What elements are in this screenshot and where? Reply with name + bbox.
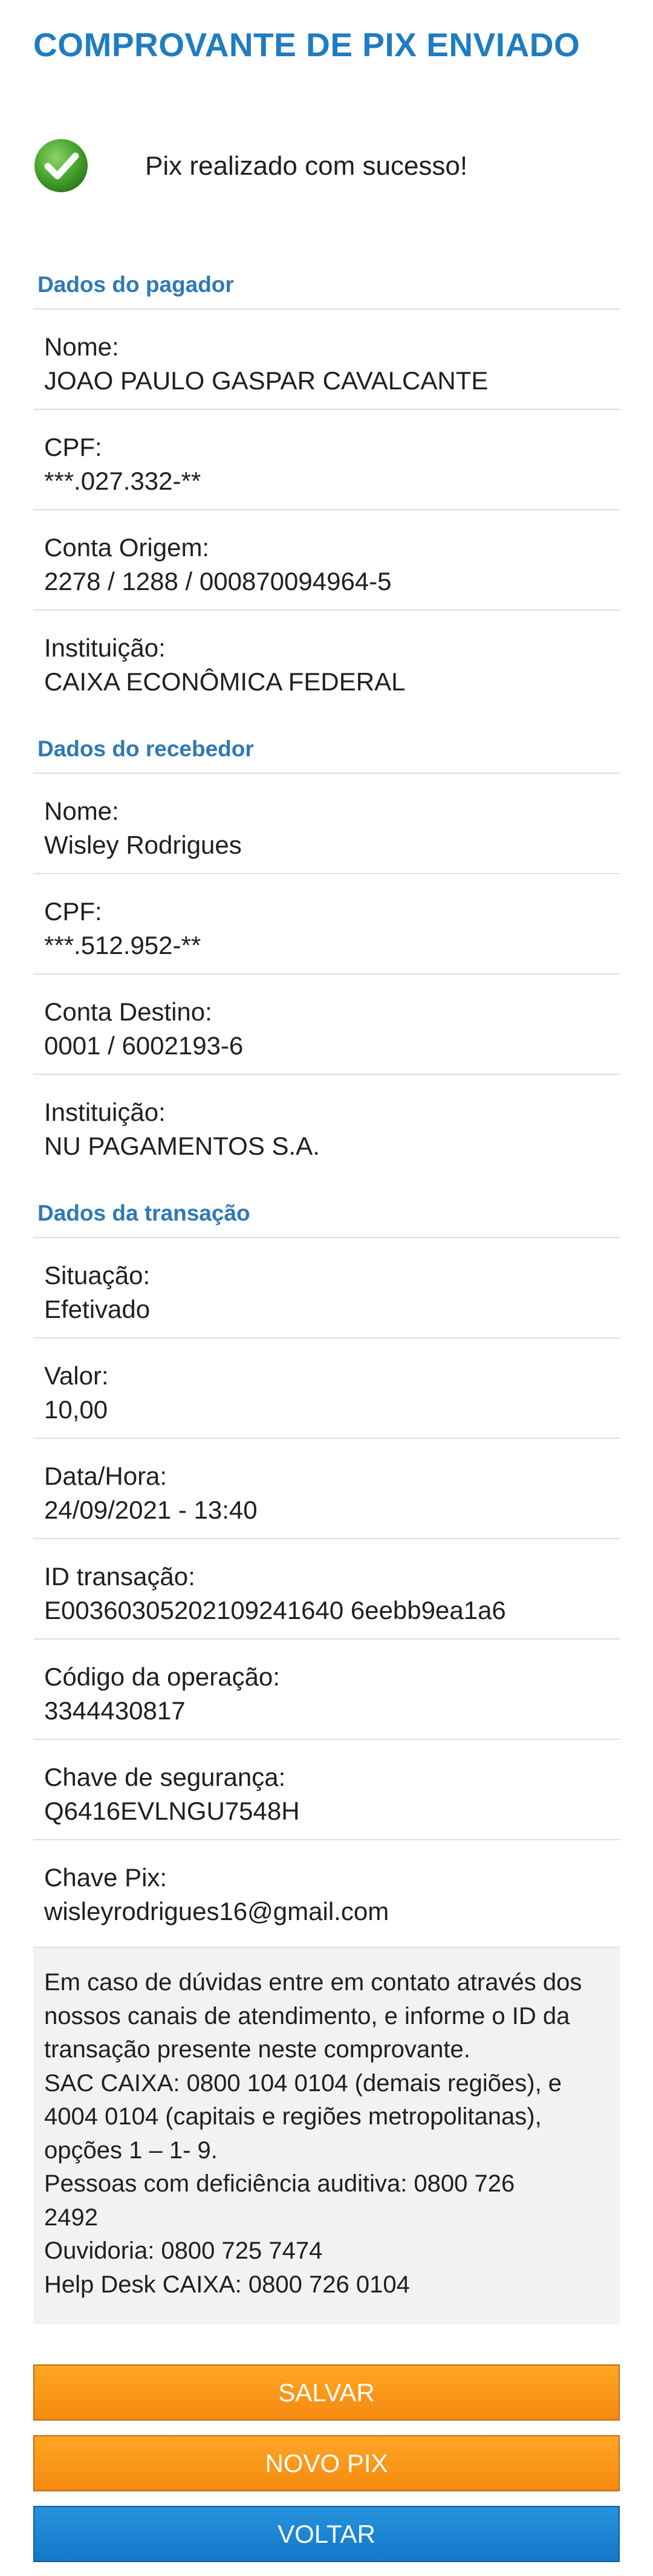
section-title-recebedor: Dados do recebedor bbox=[37, 736, 254, 761]
field-row: Valor: 10,00 bbox=[33, 1337, 620, 1438]
field-row: CPF: ***.027.332-** bbox=[33, 409, 620, 509]
field-value: 10,00 bbox=[44, 1395, 108, 1424]
field-label: Data/Hora: bbox=[44, 1462, 167, 1490]
field-value: Wisley Rodrigues bbox=[44, 831, 242, 859]
notice-line: SAC CAIXA: 0800 104 0104 (demais regiões… bbox=[44, 2069, 562, 2097]
notice-line: opções 1 – 1- 9. bbox=[44, 2136, 218, 2164]
field-value: Q6416EVLNGU7548H bbox=[44, 1797, 300, 1825]
back-button[interactable]: VOLTAR bbox=[33, 2506, 620, 2562]
check-circle-icon bbox=[34, 139, 88, 192]
notice-line: Pessoas com deficiência auditiva: 0800 7… bbox=[44, 2170, 515, 2197]
notice-line: nossos canais de atendimento, e informe … bbox=[44, 2002, 570, 2029]
save-button[interactable]: SALVAR bbox=[33, 2364, 620, 2421]
field-label: ID transação: bbox=[44, 1562, 195, 1591]
field-value: CAIXA ECONÔMICA FEDERAL bbox=[44, 667, 406, 696]
field-row: CPF: ***.512.952-** bbox=[33, 873, 620, 973]
field-label: Instituição: bbox=[44, 634, 166, 662]
field-label: Nome: bbox=[44, 797, 119, 825]
success-message: Pix realizado com sucesso! bbox=[145, 151, 468, 181]
field-row: Chave de segurança: Q6416EVLNGU7548H bbox=[33, 1739, 620, 1839]
field-row: Conta Destino: 0001 / 6002193-6 bbox=[33, 973, 620, 1074]
field-label: Instituição: bbox=[44, 1098, 166, 1126]
field-label: Nome: bbox=[44, 333, 119, 361]
field-label: Conta Origem: bbox=[44, 533, 210, 562]
field-value: JOAO PAULO GASPAR CAVALCANTE bbox=[44, 366, 489, 395]
field-row: Instituição: NU PAGAMENTOS S.A. bbox=[33, 1074, 620, 1174]
field-row: Chave Pix: wisleyrodrigues16@gmail.com bbox=[33, 1839, 620, 1939]
field-value: ***.512.952-** bbox=[44, 931, 201, 959]
field-label: Código da operação: bbox=[44, 1663, 280, 1691]
field-row: Situação: Efetivado bbox=[33, 1237, 620, 1337]
section-title-transacao: Dados da transação bbox=[37, 1201, 250, 1225]
field-row: Nome: Wisley Rodrigues bbox=[33, 773, 620, 873]
notice-line: Help Desk CAIXA: 0800 726 0104 bbox=[44, 2271, 410, 2298]
notice-line: Ouvidoria: 0800 725 7474 bbox=[44, 2237, 323, 2264]
field-label: Situação: bbox=[44, 1261, 151, 1290]
field-row: Conta Origem: 2278 / 1288 / 000870094964… bbox=[33, 509, 620, 609]
page-title: COMPROVANTE DE PIX ENVIADO bbox=[33, 26, 580, 63]
field-row: Data/Hora: 24/09/2021 - 13:40 bbox=[33, 1438, 620, 1538]
field-label: Chave Pix: bbox=[44, 1863, 167, 1892]
field-label: CPF: bbox=[44, 433, 102, 461]
notice-line: 2492 bbox=[44, 2204, 98, 2231]
field-row: ID transação: E00360305202109241640 6eeb… bbox=[33, 1538, 620, 1638]
success-banner: Pix realizado com sucesso! bbox=[33, 138, 620, 204]
field-row: Instituição: CAIXA ECONÔMICA FEDERAL bbox=[33, 609, 620, 710]
field-label: Valor: bbox=[44, 1361, 109, 1390]
field-value: 24/09/2021 - 13:40 bbox=[44, 1496, 258, 1524]
field-label: Conta Destino: bbox=[44, 998, 212, 1026]
field-label: Chave de segurança: bbox=[44, 1763, 286, 1791]
field-value: NU PAGAMENTOS S.A. bbox=[44, 1132, 320, 1160]
field-row: Nome: JOAO PAULO GASPAR CAVALCANTE bbox=[33, 308, 620, 409]
field-row: Código da operação: 3344430817 bbox=[33, 1638, 620, 1739]
field-value: 3344430817 bbox=[44, 1696, 186, 1725]
field-value: wisleyrodrigues16@gmail.com bbox=[44, 1897, 389, 1926]
help-notice: Em caso de dúvidas entre em contato atra… bbox=[33, 1947, 620, 2325]
field-value: ***.027.332-** bbox=[44, 467, 201, 495]
field-value: E00360305202109241640 6eebb9ea1a6 bbox=[44, 1596, 506, 1624]
notice-line: transação presente neste comprovante. bbox=[44, 2036, 470, 2063]
notice-line: Em caso de dúvidas entre em contato atra… bbox=[44, 1969, 582, 1996]
field-value: 2278 / 1288 / 000870094964-5 bbox=[44, 567, 392, 595]
field-label: CPF: bbox=[44, 897, 102, 926]
field-value: Efetivado bbox=[44, 1295, 151, 1323]
new-pix-button[interactable]: NOVO PIX bbox=[33, 2435, 620, 2491]
notice-line: 4004 0104 (capitais e regiões metropolit… bbox=[44, 2103, 542, 2130]
section-title-pagador: Dados do pagador bbox=[37, 272, 234, 297]
field-value: 0001 / 6002193-6 bbox=[44, 1031, 244, 1060]
